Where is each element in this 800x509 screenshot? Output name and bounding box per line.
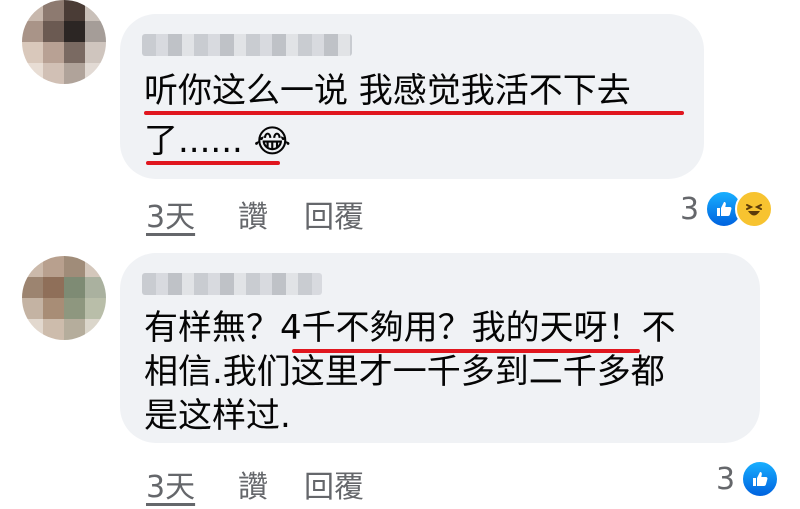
reaction-summary[interactable]: 3 <box>680 190 774 228</box>
comment-text-line: 相信.我们这里才一千多到二千多都 <box>144 352 665 392</box>
commenter-name-blurred[interactable] <box>142 34 352 56</box>
comment-bubble: 有样無？4千不夠用？我的天呀！不 相信.我们这里才一千多到二千多都 是这样过. <box>120 253 760 443</box>
comment-actions: 3天 讚 回覆 <box>146 462 406 505</box>
comment-text-line: 了...... 😂 <box>144 118 291 164</box>
reaction-count: 3 <box>680 191 700 227</box>
like-icon <box>741 460 780 498</box>
reaction-count: 3 <box>716 461 736 497</box>
like-button[interactable]: 讚 <box>238 192 268 236</box>
haha-icon <box>735 190 774 228</box>
comment-actions: 3天 讚 回覆 <box>146 192 406 235</box>
comment-text-line: 有样無？4千不夠用？我的天呀！不 <box>144 308 676 348</box>
timestamp-link[interactable]: 3天 <box>146 192 195 236</box>
comment-text-line: 听你这么一说 我感觉我活不下去 <box>144 71 631 111</box>
timestamp-link[interactable]: 3天 <box>146 462 195 506</box>
comment-text-line: 是这样过. <box>144 396 291 436</box>
reaction-summary[interactable]: 3 <box>716 460 780 498</box>
commenter-avatar[interactable] <box>22 256 106 340</box>
highlight-underline <box>144 111 684 115</box>
laughing-emoji: 😂 <box>253 122 292 160</box>
commenter-avatar[interactable] <box>22 0 106 84</box>
comment-bubble: 听你这么一说 我感觉我活不下去 了...... 😂 <box>120 14 704 179</box>
comment-text-fragment: 了...... <box>144 121 243 161</box>
like-button[interactable]: 讚 <box>238 462 268 506</box>
commenter-name-blurred[interactable] <box>142 273 322 295</box>
reply-button[interactable]: 回覆 <box>304 192 364 236</box>
reply-button[interactable]: 回覆 <box>304 462 364 506</box>
highlight-underline <box>146 161 280 165</box>
